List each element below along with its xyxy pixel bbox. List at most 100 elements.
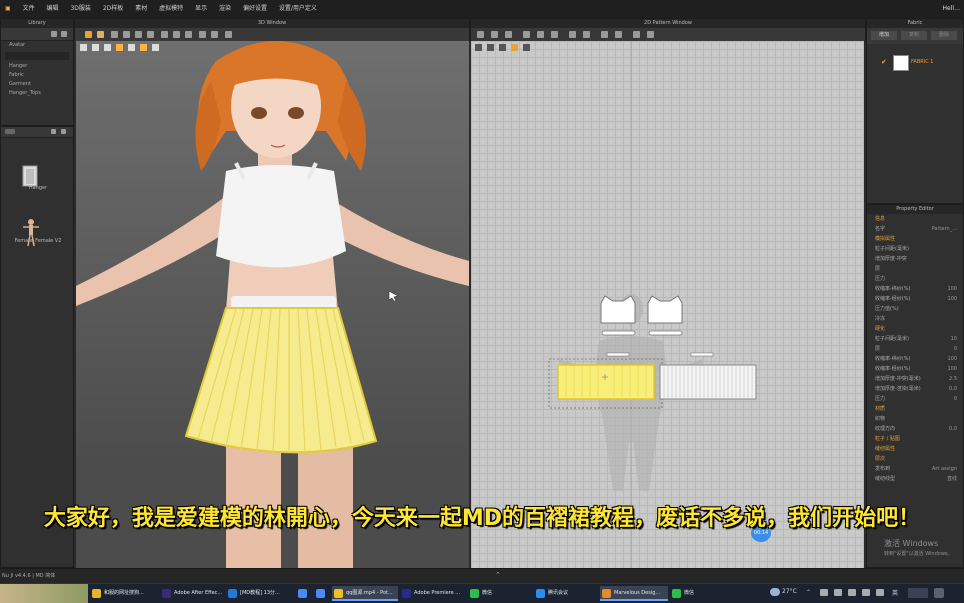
edit-point-icon[interactable]: [505, 31, 512, 38]
battery-icon[interactable]: [848, 589, 856, 596]
move-tool-icon[interactable]: [97, 31, 104, 38]
property-section-header[interactable]: 层次: [867, 454, 963, 464]
property-row[interactable]: 发布到 Art assign: [867, 464, 963, 474]
property-section-header[interactable]: 缝纫属性: [867, 444, 963, 454]
property-value[interactable]: 100: [947, 354, 957, 364]
text-tool-icon[interactable]: [225, 31, 232, 38]
taskbar-button[interactable]: 和服的网址搜狗...: [90, 586, 158, 601]
taskbar-button[interactable]: [296, 586, 312, 601]
property-value[interactable]: Pattern_...: [932, 224, 957, 234]
asset-label[interactable]: Female_Female V2: [1, 238, 75, 244]
free-sewing-icon[interactable]: [615, 31, 622, 38]
pleat-tool-icon[interactable]: [173, 31, 180, 38]
clock-area[interactable]: [908, 588, 928, 598]
menu-item-render[interactable]: 渲染: [214, 0, 236, 18]
menu-item-file[interactable]: 文件: [18, 0, 40, 18]
taskbar-button[interactable]: 微信: [468, 586, 532, 601]
property-row[interactable]: 织物: [867, 414, 963, 424]
property-value[interactable]: 100: [947, 364, 957, 374]
pin-tool-icon[interactable]: [123, 31, 130, 38]
property-row[interactable]: 粒子间距(毫米) 10: [867, 334, 963, 344]
transform-pattern-icon[interactable]: [491, 31, 498, 38]
sewing-tool-icon[interactable]: [601, 31, 608, 38]
property-row[interactable]: 名字 Pattern_...: [867, 224, 963, 234]
property-value[interactable]: 0: [954, 394, 957, 404]
property-row[interactable]: 层0: [867, 344, 963, 354]
taskbar-button[interactable]: [314, 586, 330, 601]
menu-item-edit[interactable]: 编辑: [42, 0, 64, 18]
property-row[interactable]: 收缩率-经纱(%) 100: [867, 364, 963, 374]
copy-button[interactable]: 复制: [901, 31, 927, 40]
internal-line-icon[interactable]: [569, 31, 576, 38]
pattern-select-icon[interactable]: [477, 31, 484, 38]
user-name[interactable]: Hell…: [942, 0, 960, 18]
taskbar-button[interactable]: 微信: [670, 586, 734, 601]
taskbar-button[interactable]: Adobe Premiere ...: [400, 586, 466, 601]
property-section-header[interactable]: 材质: [867, 404, 963, 414]
property-value[interactable]: 0: [954, 344, 957, 354]
texture-edit-icon[interactable]: [633, 31, 640, 38]
transform-tool-icon[interactable]: [111, 31, 118, 38]
taskbar-button[interactable]: Marvelous Desig...: [600, 586, 668, 601]
property-row[interactable]: 增加厚度-渲染(毫米) 0.0: [867, 384, 963, 394]
menu-item-avatar[interactable]: 虚拟模特: [154, 0, 188, 18]
tack-tool-icon[interactable]: [135, 31, 142, 38]
property-row[interactable]: 粒子间距(毫米): [867, 244, 963, 254]
library-item[interactable]: Avatar: [1, 41, 73, 50]
weather-icon[interactable]: [770, 588, 780, 596]
app-logo-icon[interactable]: ▣: [0, 0, 16, 18]
menu-item-2d-pattern[interactable]: 2D样板: [98, 0, 128, 18]
select-tool-icon[interactable]: [85, 31, 92, 38]
property-section-header[interactable]: 信息: [867, 214, 963, 224]
library-item[interactable]: Fabric: [1, 71, 73, 80]
property-section-header[interactable]: 硬化: [867, 324, 963, 334]
close-icon[interactable]: [61, 129, 66, 134]
polygon-tool-icon[interactable]: [523, 31, 530, 38]
trim-tool-icon[interactable]: [211, 31, 218, 38]
viewport-3d[interactable]: [76, 41, 469, 568]
property-section-header[interactable]: 模拟属性: [867, 234, 963, 244]
property-value[interactable]: 100: [947, 284, 957, 294]
property-row[interactable]: 层: [867, 264, 963, 274]
list-view-icon[interactable]: [5, 129, 15, 134]
dart-tool-icon[interactable]: [583, 31, 590, 38]
property-row[interactable]: 增加厚度-冲突(毫米) 2.5: [867, 374, 963, 384]
tray-arrow-icon[interactable]: ⌃: [806, 589, 811, 596]
fabric-list-item[interactable]: ✔ FABRIC 1: [867, 53, 963, 71]
notification-icon[interactable]: [934, 588, 944, 598]
property-value[interactable]: 10: [951, 334, 957, 344]
taskbar-thumbnail[interactable]: [0, 584, 88, 603]
add-button[interactable]: 增加: [871, 31, 897, 40]
menu-item-materials[interactable]: 素材: [130, 0, 152, 18]
property-value[interactable]: 0.0: [949, 384, 957, 394]
property-row[interactable]: 压力值(%): [867, 304, 963, 314]
pin-2d-icon[interactable]: [647, 31, 654, 38]
circle-tool-icon[interactable]: [551, 31, 558, 38]
property-value[interactable]: 100: [947, 294, 957, 304]
taskbar-button[interactable]: [MD教程] 13分...: [226, 586, 294, 601]
property-value[interactable]: 直线: [947, 474, 957, 484]
menu-item-3d-garment[interactable]: 3D服装: [65, 0, 95, 18]
wechat-tray-icon[interactable]: [862, 589, 870, 596]
property-row[interactable]: 收缩率-纬纱(%) 100: [867, 284, 963, 294]
seam-tool-icon[interactable]: [185, 31, 192, 38]
property-row[interactable]: 收缩率-经纱(%) 100: [867, 294, 963, 304]
property-value[interactable]: 0.0: [949, 424, 957, 434]
rectangle-tool-icon[interactable]: [537, 31, 544, 38]
library-item[interactable]: Hanger_Tops: [1, 89, 73, 98]
taskbar-button[interactable]: 腾讯会议: [534, 586, 598, 601]
folder-icon[interactable]: [51, 31, 57, 37]
viewport-2d[interactable]: [471, 41, 864, 568]
grid-view-icon[interactable]: [61, 31, 67, 37]
taskbar-button[interactable]: Adobe After Effec...: [160, 586, 224, 601]
volume-icon[interactable]: [834, 589, 842, 596]
chevron-up-icon[interactable]: ⌃: [495, 571, 501, 579]
refresh-icon[interactable]: [51, 129, 56, 134]
library-search-input[interactable]: [5, 52, 69, 60]
property-value[interactable]: Art assign: [932, 464, 957, 474]
menu-item-display[interactable]: 显示: [190, 0, 212, 18]
menu-item-preferences[interactable]: 偏好设置: [238, 0, 272, 18]
library-item[interactable]: Garment: [1, 80, 73, 89]
fold-tool-icon[interactable]: [147, 31, 154, 38]
measure-tool-icon[interactable]: [199, 31, 206, 38]
